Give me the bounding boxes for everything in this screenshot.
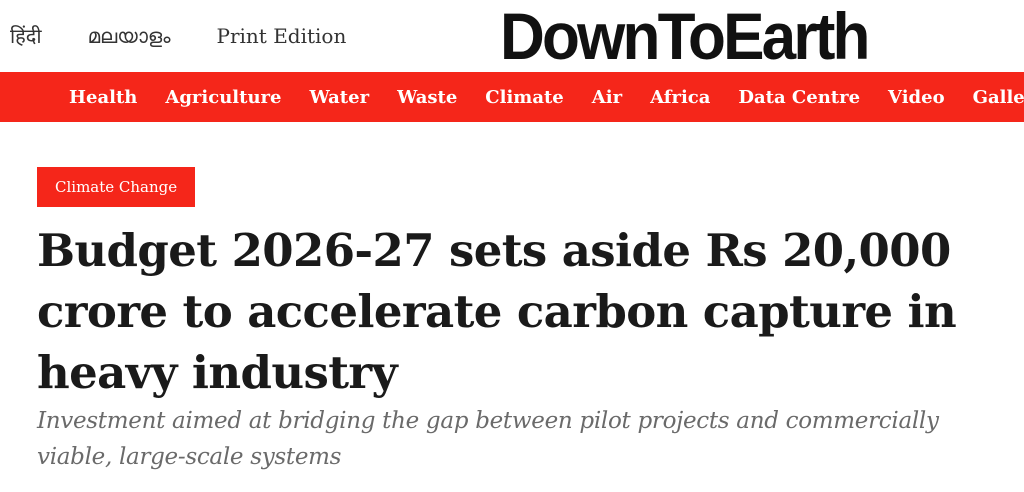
nav-item-gallery[interactable]: Gallery <box>959 87 1024 108</box>
nav-item-water[interactable]: Water <box>295 87 383 108</box>
nav-item-data-centre[interactable]: Data Centre <box>724 87 874 108</box>
nav-item-agriculture[interactable]: Agriculture <box>151 87 295 108</box>
nav-item-air[interactable]: Air <box>578 87 636 108</box>
category-tag[interactable]: Climate Change <box>37 167 196 207</box>
top-header: हिंदी മലയാളം Print Edition DownToEarth <box>0 0 1024 72</box>
article-headline: Budget 2026-27 sets aside Rs 20,000 cror… <box>37 224 957 399</box>
nav-item-climate[interactable]: Climate <box>471 87 577 108</box>
nav-item-africa[interactable]: Africa <box>636 87 724 108</box>
site-logo[interactable]: DownToEarth <box>500 0 870 72</box>
nav-item-waste[interactable]: Waste <box>383 87 471 108</box>
nav-item-health[interactable]: Health <box>55 87 151 108</box>
nav-item-gallery-label: Gallery <box>972 86 1024 108</box>
language-links: हिंदी മലയാളം Print Edition <box>10 22 346 49</box>
article-subheadline: Investment aimed at bridging the gap bet… <box>37 408 939 470</box>
lang-malayalam-link[interactable]: മലയാളം <box>88 24 171 48</box>
print-edition-link[interactable]: Print Edition <box>217 24 347 48</box>
nav-item-video[interactable]: Video <box>874 87 959 108</box>
main-nav: Health Agriculture Water Waste Climate A… <box>0 72 1024 122</box>
lang-hindi-link[interactable]: हिंदी <box>10 22 42 49</box>
